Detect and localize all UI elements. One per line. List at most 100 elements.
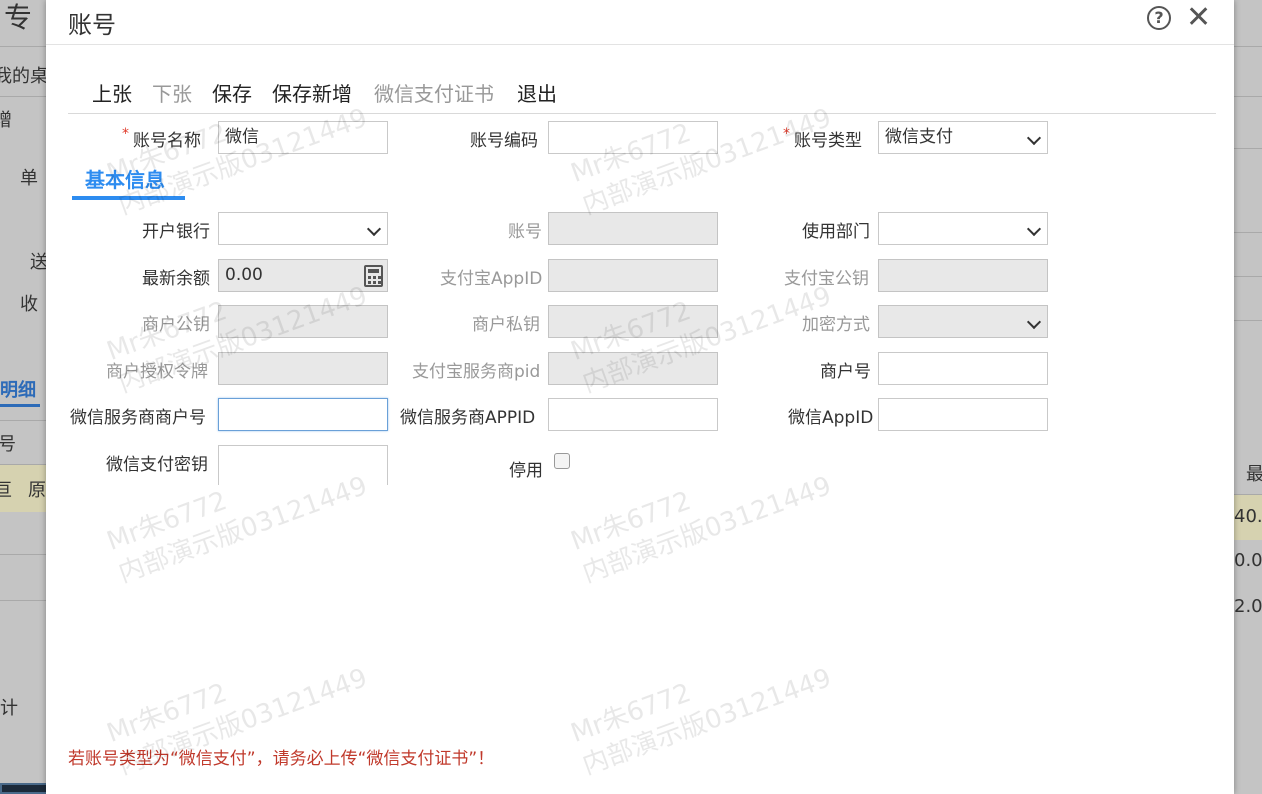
close-icon[interactable]: ✕ xyxy=(1186,0,1211,36)
watermark-line: 内部演示版03121449 xyxy=(578,663,836,781)
alipay-sp-pid-input xyxy=(548,352,718,385)
account-no-label: 账号 xyxy=(508,222,542,242)
required-mark: * xyxy=(783,126,790,142)
wx-paykey-textarea[interactable] xyxy=(218,445,388,485)
chevron-down-icon xyxy=(1026,221,1042,237)
bg-text: 我的桌 xyxy=(0,66,46,87)
watermark-line: 内部演示版03121449 xyxy=(578,103,836,221)
bank-label: 开户银行 xyxy=(142,222,210,242)
bg-divider xyxy=(0,600,46,601)
tab-basic-info[interactable]: 基本信息 xyxy=(72,162,185,200)
merchant-pubkey-label: 商户公钥 xyxy=(142,315,210,335)
dept-label: 使用部门 xyxy=(802,222,870,242)
chevron-down-icon xyxy=(1026,314,1042,330)
bg-divider xyxy=(0,554,46,555)
account-code-input[interactable] xyxy=(548,121,718,154)
account-type-label-text: 账号类型 xyxy=(794,131,862,151)
save-button[interactable]: 保存 xyxy=(212,78,252,107)
background-left-panel: 专 我的桌 增 单 送 收 明细 号 亘 原 计 xyxy=(0,0,46,794)
background-right-panel: 最 40. 0.00 2.00 xyxy=(1234,0,1262,794)
wx-paykey-label: 微信支付密钥 xyxy=(106,455,208,475)
watermark-line: Mr朱6772 xyxy=(566,485,695,557)
toolbar-divider xyxy=(68,113,1216,114)
alipay-pubkey-input xyxy=(878,259,1048,292)
dialog-header: 账号 ? ✕ xyxy=(46,0,1234,45)
bg-text: 明细 xyxy=(0,380,36,401)
wx-appid-input[interactable] xyxy=(878,398,1048,431)
bg-text: 2.00 xyxy=(1234,596,1262,617)
wx-sp-merchant-label: 微信服务商商户号 xyxy=(70,408,206,428)
dept-select[interactable] xyxy=(878,212,1048,245)
balance-value: 0.00 xyxy=(225,265,263,285)
bg-divider xyxy=(0,46,46,47)
watermark-line: 内部演示版03121449 xyxy=(114,471,372,589)
alipay-pubkey-label: 支付宝公钥 xyxy=(784,269,869,289)
bg-text: 号 xyxy=(0,434,16,455)
bg-divider xyxy=(0,96,46,97)
account-type-select[interactable]: 微信支付 xyxy=(878,121,1048,154)
bg-text: 计 xyxy=(0,698,18,719)
bank-select[interactable] xyxy=(218,212,388,245)
dialog-title: 账号 xyxy=(68,11,116,39)
disabled-checkbox[interactable] xyxy=(554,453,570,469)
encrypt-select xyxy=(878,305,1048,338)
watermark: Mr朱6772内部演示版03121449 xyxy=(566,437,836,591)
alipay-appid-label: 支付宝AppID xyxy=(440,269,543,289)
next-record-button[interactable]: 下张 xyxy=(152,78,192,107)
merchant-privkey-input xyxy=(548,305,718,338)
merchant-no-label: 商户号 xyxy=(820,362,871,382)
bg-divider xyxy=(1234,46,1262,47)
save-and-new-button[interactable]: 保存新增 xyxy=(272,78,352,107)
bg-divider xyxy=(1234,96,1262,97)
merchant-pubkey-input xyxy=(218,305,388,338)
account-name-input[interactable]: 微信 xyxy=(218,121,388,154)
account-code-label: 账号编码 xyxy=(470,131,538,151)
watermark: Mr朱6772内部演示版03121449 xyxy=(566,629,836,783)
account-name-label: * 账号名称 xyxy=(122,126,201,151)
watermark-line: 内部演示版03121449 xyxy=(578,471,836,589)
account-type-value: 微信支付 xyxy=(885,127,953,147)
bg-text: 收 xyxy=(20,294,38,315)
bg-text: 专 xyxy=(4,1,33,34)
bg-text: 0.00 xyxy=(1234,550,1262,571)
chevron-down-icon xyxy=(1026,130,1042,146)
required-mark: * xyxy=(122,126,129,142)
calculator-icon[interactable] xyxy=(364,265,383,287)
wx-sp-appid-input[interactable] xyxy=(548,398,718,431)
wx-sp-appid-label: 微信服务商APPID xyxy=(400,408,536,428)
bg-text: 原 xyxy=(28,480,46,501)
bg-text: 送 xyxy=(30,252,46,273)
bg-text: 亘 xyxy=(0,480,12,501)
merchant-token-input xyxy=(218,352,388,385)
bg-text: 最 xyxy=(1246,464,1262,485)
bg-divider xyxy=(1234,232,1262,233)
merchant-no-input[interactable] xyxy=(878,352,1048,385)
exit-button[interactable]: 退出 xyxy=(517,78,557,107)
chevron-down-icon xyxy=(366,221,382,237)
bg-divider xyxy=(1234,320,1262,321)
alipay-sp-pid-label: 支付宝服务商pid xyxy=(412,362,541,382)
alipay-appid-input xyxy=(548,259,718,292)
bg-divider xyxy=(0,404,40,407)
account-type-label: * 账号类型 xyxy=(783,126,862,151)
bg-divider xyxy=(0,420,46,421)
merchant-token-label: 商户授权令牌 xyxy=(106,362,208,382)
bg-text: 单 xyxy=(20,168,38,189)
merchant-privkey-label: 商户私钥 xyxy=(472,315,540,335)
account-dialog: 账号 ? ✕ 上张 下张 保存 保存新增 微信支付证书 退出 * 账号名称 微信 … xyxy=(46,0,1234,794)
balance-label: 最新余额 xyxy=(142,269,210,289)
bg-divider xyxy=(1234,148,1262,149)
wechat-cert-notice: 若账号类型为“微信支付”，请务必上传“微信支付证书”！ xyxy=(68,749,495,769)
help-icon[interactable]: ? xyxy=(1147,6,1171,30)
bg-text: 40. xyxy=(1234,506,1262,527)
wechat-pay-cert-button[interactable]: 微信支付证书 xyxy=(374,78,494,107)
balance-input: 0.00 xyxy=(218,259,388,292)
encrypt-label: 加密方式 xyxy=(802,315,870,335)
wx-appid-label: 微信AppID xyxy=(788,408,874,428)
bg-divider xyxy=(1234,276,1262,277)
account-no-input xyxy=(548,212,718,245)
prev-record-button[interactable]: 上张 xyxy=(92,78,132,107)
wx-sp-merchant-input[interactable] xyxy=(218,398,388,431)
disabled-label: 停用 xyxy=(509,461,543,481)
watermark-line: Mr朱6772 xyxy=(102,677,231,749)
